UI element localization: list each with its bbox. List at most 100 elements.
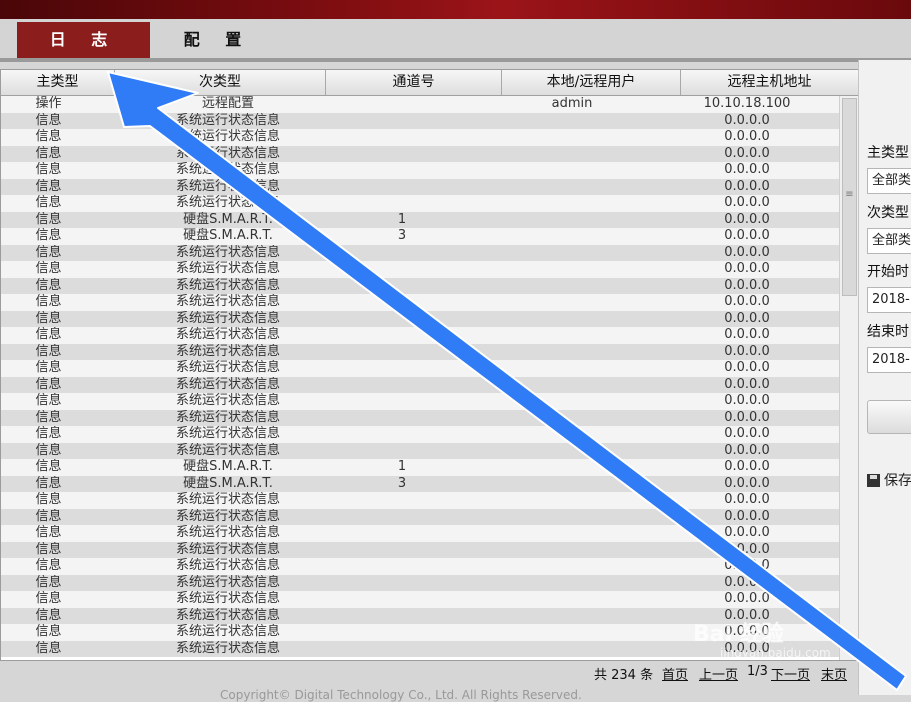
table-row[interactable]: 信息 系统运行状态信息 0.0.0.0	[1, 162, 839, 179]
table-row[interactable]: 信息 系统运行状态信息 0.0.0.0	[1, 294, 839, 311]
table-row[interactable]: 信息 系统运行状态信息 0.0.0.0	[1, 327, 839, 344]
table-cell: 0.0.0.0	[724, 343, 770, 359]
table-cell: 信息	[35, 640, 62, 656]
table-row[interactable]: 信息 硬盘S.M.A.R.T. 1 0.0.0.0	[1, 459, 839, 476]
column-header-remote-host[interactable]: 远程主机地址	[681, 70, 859, 95]
table-cell: 信息	[35, 162, 62, 177]
scroll-thumb[interactable]: ≡	[842, 98, 857, 296]
table-cell: admin	[551, 96, 593, 111]
table-cell: 信息	[35, 574, 62, 590]
table-row[interactable]: 信息 系统运行状态信息 0.0.0.0	[1, 178, 839, 195]
table-row[interactable]: 信息 系统运行状态信息 0.0.0.0	[1, 261, 839, 278]
table-cell: 操作	[35, 96, 62, 111]
table-cell: 系统运行状态信息	[175, 574, 280, 590]
table-row[interactable]: 信息 系统运行状态信息 0.0.0.0	[1, 277, 839, 294]
table-cell: 系统运行状态信息	[175, 508, 280, 524]
table-row[interactable]: 信息 硬盘S.M.A.R.T. 1 0.0.0.0	[1, 211, 839, 228]
table-cell: 0.0.0.0	[724, 294, 770, 309]
column-header-sub-type[interactable]: 次类型	[115, 70, 326, 95]
table-cell: 系统运行状态信息	[175, 525, 280, 540]
table-row[interactable]: 信息 系统运行状态信息 0.0.0.0	[1, 442, 839, 459]
table-cell: 信息	[35, 211, 62, 227]
table-row[interactable]: 信息 系统运行状态信息 0.0.0.0	[1, 525, 839, 542]
table-cell: 0.0.0.0	[724, 244, 770, 260]
table-cell: 信息	[35, 277, 62, 293]
last-page-link[interactable]: 末页	[821, 664, 847, 683]
table-cell: 信息	[35, 475, 62, 491]
table-cell: 信息	[35, 393, 62, 408]
table-row[interactable]: 信息 系统运行状态信息 0.0.0.0	[1, 591, 839, 608]
top-banner	[0, 0, 911, 19]
column-header-user[interactable]: 本地/远程用户	[502, 70, 681, 95]
table-cell: 系统运行状态信息	[175, 327, 280, 342]
table-row[interactable]: 信息 系统运行状态信息 0.0.0.0	[1, 393, 839, 410]
table-row[interactable]: 信息 系统运行状态信息 0.0.0.0	[1, 541, 839, 558]
table-row[interactable]: 信息 系统运行状态信息 0.0.0.0	[1, 360, 839, 377]
table-row[interactable]: 操作 远程配置 admin 10.10.18.100	[1, 96, 839, 113]
table-cell: 信息	[35, 195, 62, 210]
table-cell: 0.0.0.0	[724, 541, 770, 557]
tab-log[interactable]: 日 志	[17, 22, 150, 58]
table-row[interactable]: 信息 系统运行状态信息 0.0.0.0	[1, 558, 839, 575]
table-cell: 信息	[35, 409, 62, 425]
table-row[interactable]: 信息 系统运行状态信息 0.0.0.0	[1, 310, 839, 327]
table-cell: 系统运行状态信息	[175, 178, 280, 194]
table-cell: 0.0.0.0	[724, 145, 770, 161]
column-header-main-type[interactable]: 主类型	[1, 70, 115, 95]
table-cell: 0.0.0.0	[724, 558, 770, 573]
table-cell: 系统运行状态信息	[175, 310, 280, 326]
table-row[interactable]: 信息 系统运行状态信息 0.0.0.0	[1, 112, 839, 129]
table-row[interactable]: 信息 系统运行状态信息 0.0.0.0	[1, 376, 839, 393]
table-row[interactable]: 信息 系统运行状态信息 0.0.0.0	[1, 426, 839, 443]
table-cell: 信息	[35, 508, 62, 524]
search-button[interactable]	[867, 400, 911, 434]
prev-page-link[interactable]: 上一页	[699, 664, 738, 683]
save-log-label: 保存	[884, 473, 911, 489]
table-row[interactable]: 信息 系统运行状态信息 0.0.0.0	[1, 145, 839, 162]
total-count: 共 234 条	[594, 668, 654, 683]
copyright-text: Copyright© Digital Technology Co., Ltd. …	[220, 688, 582, 702]
table-row[interactable]: 信息 系统运行状态信息 0.0.0.0	[1, 195, 839, 212]
save-log-button[interactable]: 保存	[867, 470, 911, 490]
table-cell: 系统运行状态信息	[175, 360, 280, 375]
table-cell: 系统运行状态信息	[175, 129, 280, 144]
end-time-input[interactable]: 2018-1	[867, 347, 911, 373]
start-time-input[interactable]: 2018-1	[867, 287, 911, 313]
table-cell: 0.0.0.0	[724, 228, 770, 243]
vertical-scrollbar[interactable]: ≡	[839, 96, 858, 660]
table-row[interactable]: 信息 系统运行状态信息 0.0.0.0	[1, 508, 839, 525]
table-cell: 系统运行状态信息	[175, 591, 280, 606]
table-row[interactable]: 信息 系统运行状态信息 0.0.0.0	[1, 244, 839, 261]
table-cell: 系统运行状态信息	[175, 492, 280, 507]
sub-type-label: 次类型	[867, 205, 909, 221]
tab-divider	[0, 58, 911, 62]
table-row[interactable]: 信息 系统运行状态信息 0.0.0.0	[1, 409, 839, 426]
table-cell: 系统运行状态信息	[175, 277, 280, 293]
table-cell: 0.0.0.0	[724, 112, 770, 128]
table-cell: 系统运行状态信息	[175, 195, 280, 210]
column-header-channel[interactable]: 通道号	[326, 70, 502, 95]
table-cell: 系统运行状态信息	[175, 442, 280, 458]
table-cell: 硬盘S.M.A.R.T.	[183, 228, 273, 243]
table-cell: 信息	[35, 112, 62, 128]
table-row[interactable]: 信息 系统运行状态信息 0.0.0.0	[1, 343, 839, 360]
next-page-link[interactable]: 下一页	[771, 664, 810, 683]
sub-type-select[interactable]: 全部类	[867, 228, 911, 254]
table-cell: 硬盘S.M.A.R.T.	[183, 475, 273, 491]
table-cell: 0.0.0.0	[724, 525, 770, 540]
table-row[interactable]: 信息 系统运行状态信息 0.0.0.0	[1, 574, 839, 591]
first-page-link[interactable]: 首页	[662, 664, 688, 683]
table-cell: 信息	[35, 343, 62, 359]
table-row[interactable]: 信息 系统运行状态信息 0.0.0.0	[1, 129, 839, 146]
table-cell: 信息	[35, 310, 62, 326]
tab-config[interactable]: 配 置	[150, 22, 285, 58]
table-row[interactable]: 信息 硬盘S.M.A.R.T. 3 0.0.0.0	[1, 475, 839, 492]
table-cell: 信息	[35, 624, 62, 639]
table-cell: 信息	[35, 376, 62, 392]
table-row[interactable]: 信息 硬盘S.M.A.R.T. 3 0.0.0.0	[1, 228, 839, 245]
table-cell: 硬盘S.M.A.R.T.	[183, 459, 273, 474]
table-cell: 系统运行状态信息	[175, 393, 280, 408]
table-row[interactable]: 信息 系统运行状态信息 0.0.0.0	[1, 492, 839, 509]
main-type-select[interactable]: 全部类	[867, 168, 911, 194]
table-cell: 系统运行状态信息	[175, 294, 280, 309]
